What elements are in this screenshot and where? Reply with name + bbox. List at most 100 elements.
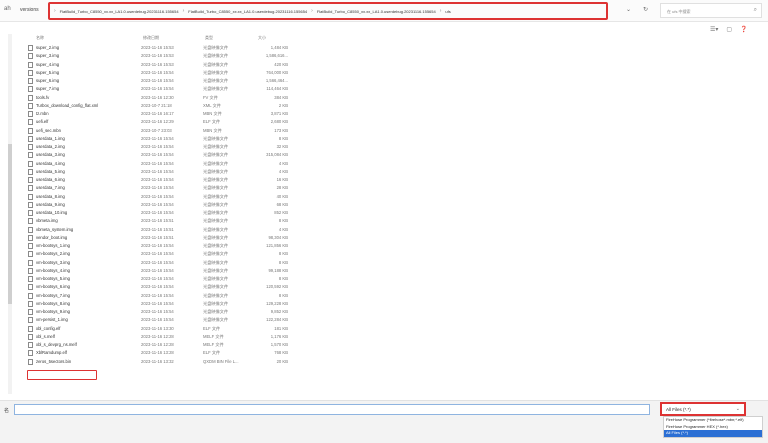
- search-input[interactable]: 在 ufs 中搜索 ⌕: [660, 3, 762, 18]
- file-row[interactable]: vbmeta.img 2023-11-16 15:51 光盘映像文件 8 KB: [28, 217, 318, 225]
- file-row[interactable]: userdata_8.img 2023-11-16 15:54 光盘映像文件 40 K…: [28, 193, 318, 201]
- file-name: super_6.img: [36, 78, 60, 83]
- file-row[interactable]: userdata_9.img 2023-11-16 15:54 光盘映像文件 68 K…: [28, 201, 318, 209]
- file-row[interactable]: uefi_sec.mbn 2023-10-7 23:03 MBN 文件 173 KB: [28, 127, 318, 135]
- file-date: 2023-11-16 15:54: [141, 284, 174, 290]
- column-date[interactable]: 修改日期: [143, 35, 159, 41]
- file-icon: [28, 185, 33, 192]
- address-bar-row: ah versions › FlatBuild_Turbo_C8550_xx.x…: [0, 0, 768, 22]
- breadcrumb-segment[interactable]: FlatBuild_Turbo_C8550_xx.xx_LA1.0.userde…: [60, 9, 179, 14]
- file-name: vm-bootsys_8.img: [36, 300, 70, 306]
- file-type: MBN 文件: [203, 111, 222, 116]
- file-row[interactable]: vm-persist_1.img 2023-11-16 15:54 光盘映像文件 12…: [28, 316, 318, 324]
- file-type: XML 文件: [203, 102, 221, 108]
- file-type: MBN 文件: [203, 127, 222, 133]
- column-name[interactable]: 名称: [36, 35, 44, 41]
- file-row[interactable]: userdata_5.img 2023-11-16 15:54 光盘映像文件 4 KB: [28, 168, 318, 176]
- file-name: userdata_7.img: [36, 185, 65, 191]
- file-size: 4 KB: [278, 226, 288, 232]
- breadcrumb-segment[interactable]: FlatBuild_Turbo_C8550_xx.xx_LA1.0.userde…: [188, 9, 307, 14]
- file-row[interactable]: XblRamdump.elf 2023-11-16 13:28 ELF 文件 768 …: [28, 349, 318, 357]
- file-name: vm-bootsys_6.img: [36, 284, 70, 290]
- file-icon: [28, 135, 33, 142]
- filename-input[interactable]: [14, 404, 650, 415]
- file-type-select[interactable]: All Files (*.*) ⌄: [660, 402, 746, 416]
- breadcrumb-segment[interactable]: ufs: [445, 9, 450, 14]
- file-row[interactable]: vm-bootsys_6.img 2023-11-16 15:54 光盘映像文件 12…: [28, 283, 318, 291]
- back-label[interactable]: ah: [4, 6, 11, 12]
- file-row[interactable]: xbl_config.elf 2023-11-16 13:30 ELF 文件 181 …: [28, 325, 318, 333]
- file-row[interactable]: Turbox_download_config_flat.xml 2023-10-7…: [28, 102, 318, 110]
- file-size: 1,566,464...: [265, 78, 288, 83]
- chevron-down-icon[interactable]: ⌄: [626, 6, 631, 13]
- breadcrumb-segment[interactable]: FlatBuild_Turbo_C8550_xx.xx_LA1.0.userde…: [317, 9, 436, 14]
- file-row[interactable]: userdata_7.img 2023-11-16 15:54 光盘映像文件 28 K…: [28, 184, 318, 192]
- file-date: 2023-11-16 13:30: [141, 325, 174, 331]
- preview-pane-icon[interactable]: ▢: [726, 26, 732, 33]
- file-row[interactable]: vbmeta_system.img 2023-11-16 15:51 光盘映像文件 4…: [28, 226, 318, 234]
- file-row[interactable]: vm-bootsys_9.img 2023-11-16 15:54 光盘映像文件 9,…: [28, 308, 318, 316]
- file-icon: [28, 201, 33, 208]
- file-row[interactable]: userdata_2.img 2023-11-16 15:54 光盘映像文件 32 K…: [28, 143, 318, 151]
- view-mode-icon[interactable]: ☰▾: [710, 26, 718, 33]
- breadcrumb[interactable]: › FlatBuild_Turbo_C8550_xx.xx_LA1.0.user…: [48, 2, 608, 20]
- file-row[interactable]: vm-bootsys_7.img 2023-11-16 15:54 光盘映像文件 8 …: [28, 292, 318, 300]
- file-row[interactable]: vm-bootsys_1.img 2023-11-16 15:54 光盘映像文件 12…: [28, 242, 318, 250]
- scrollbar[interactable]: [8, 34, 12, 394]
- file-row[interactable]: xbl_s.melf 2023-11-16 12:28 MELF 文件 1,176 K…: [28, 333, 318, 341]
- refresh-icon[interactable]: ↻: [643, 6, 648, 13]
- file-row[interactable]: super_4.img 2023-11-16 15:53 光盘映像文件 420 KB: [28, 61, 318, 69]
- file-date: 2023-11-16 15:54: [141, 69, 174, 75]
- file-icon: [28, 45, 33, 51]
- file-row[interactable]: super_2.img 2023-11-16 15:53 光盘映像文件 1,484 K…: [28, 44, 318, 52]
- file-row[interactable]: vm-bootsys_4.img 2023-11-16 15:54 光盘映像文件 99…: [28, 267, 318, 275]
- file-row[interactable]: xbl_s_devprg_ns.melf 2023-11-16 12:28 MELF…: [28, 341, 318, 349]
- file-row[interactable]: tz.mbn 2023-11-16 16:17 MBN 文件 3,871 KB: [28, 110, 318, 118]
- file-type: 光盘映像文件: [203, 135, 229, 141]
- scrollbar-thumb[interactable]: [8, 144, 12, 304]
- file-icon: [28, 276, 33, 282]
- file-row[interactable]: userdata_6.img 2023-11-16 15:54 光盘映像文件 16 K…: [28, 176, 318, 184]
- file-row[interactable]: vm-bootsys_2.img 2023-11-16 15:54 光盘映像文件 8 …: [28, 250, 318, 258]
- file-row[interactable]: super_6.img 2023-11-16 15:54 光盘映像文件 1,566,4…: [28, 77, 318, 85]
- column-type[interactable]: 类型: [205, 35, 213, 41]
- file-row[interactable]: super_5.img 2023-11-16 15:54 光盘映像文件 764,000…: [28, 69, 318, 77]
- file-name: uefi_sec.mbn: [36, 127, 61, 133]
- file-size: 852 KB: [274, 210, 288, 215]
- breadcrumb-root[interactable]: versions: [20, 7, 39, 13]
- file-row[interactable]: super_3.img 2023-11-16 15:53 光盘映像文件 1,586,6…: [28, 52, 318, 60]
- file-row[interactable]: userdata_10.img 2023-11-16 15:54 光盘映像文件 852…: [28, 209, 318, 217]
- file-row[interactable]: uefi.elf 2023-11-16 12:29 ELF 文件 2,680 KB: [28, 118, 318, 126]
- file-row[interactable]: super_7.img 2023-11-16 15:54 光盘映像文件 114,464…: [28, 85, 318, 93]
- file-icon: [28, 342, 33, 348]
- file-size: 420 KB: [274, 61, 288, 67]
- file-date: 2023-11-16 15:53: [141, 53, 174, 59]
- file-row[interactable]: vm-bootsys_3.img 2023-11-16 15:54 光盘映像文件 8 …: [28, 259, 318, 267]
- selected-file-highlight: [27, 370, 97, 380]
- file-row[interactable]: userdata_1.img 2023-11-16 15:54 光盘映像文件 8 KB: [28, 135, 318, 143]
- file-row[interactable]: vm-bootsys_5.img 2023-11-16 15:54 光盘映像文件 8 …: [28, 275, 318, 283]
- file-row[interactable]: userdata_4.img 2023-11-16 15:54 光盘映像文件 4 KB: [28, 160, 318, 168]
- file-row[interactable]: zeros_5sectors.bin 2023-11-16 13:32 QXDM B…: [28, 358, 318, 366]
- file-name: userdata_9.img: [36, 201, 65, 207]
- file-name: vm-bootsys_5.img: [36, 276, 70, 281]
- file-type-option-selected[interactable]: All Files (*.*): [664, 430, 762, 437]
- file-name: vm-bootsys_1.img: [36, 243, 70, 248]
- file-size: 98,304 KB: [268, 234, 288, 240]
- help-icon[interactable]: ❓: [740, 26, 747, 33]
- file-size: 40 KB: [276, 193, 288, 199]
- file-row[interactable]: tools.fv 2023-11-16 12:30 FV 文件 384 KB: [28, 94, 318, 102]
- file-icon: [28, 243, 33, 249]
- file-list: super_2.img 2023-11-16 15:53 光盘映像文件 1,484 K…: [28, 44, 318, 366]
- file-name: uefi.elf: [36, 119, 49, 125]
- file-name: vm-bootsys_3.img: [36, 259, 70, 265]
- file-row[interactable]: userdata_3.img 2023-11-16 15:54 光盘映像文件 315,…: [28, 151, 318, 159]
- file-icon: [28, 94, 33, 101]
- file-name: vbmeta_system.img: [36, 226, 74, 232]
- file-icon: [28, 53, 33, 60]
- file-date: 2023-11-16 15:54: [141, 300, 174, 306]
- file-row[interactable]: vendor_boot.img 2023-11-16 15:51 光盘映像文件 98,…: [28, 234, 318, 242]
- column-size[interactable]: 大小: [258, 35, 266, 41]
- file-row[interactable]: vm-bootsys_8.img 2023-11-16 15:54 光盘映像文件 12…: [28, 300, 318, 308]
- file-name: super_2.img: [36, 45, 60, 50]
